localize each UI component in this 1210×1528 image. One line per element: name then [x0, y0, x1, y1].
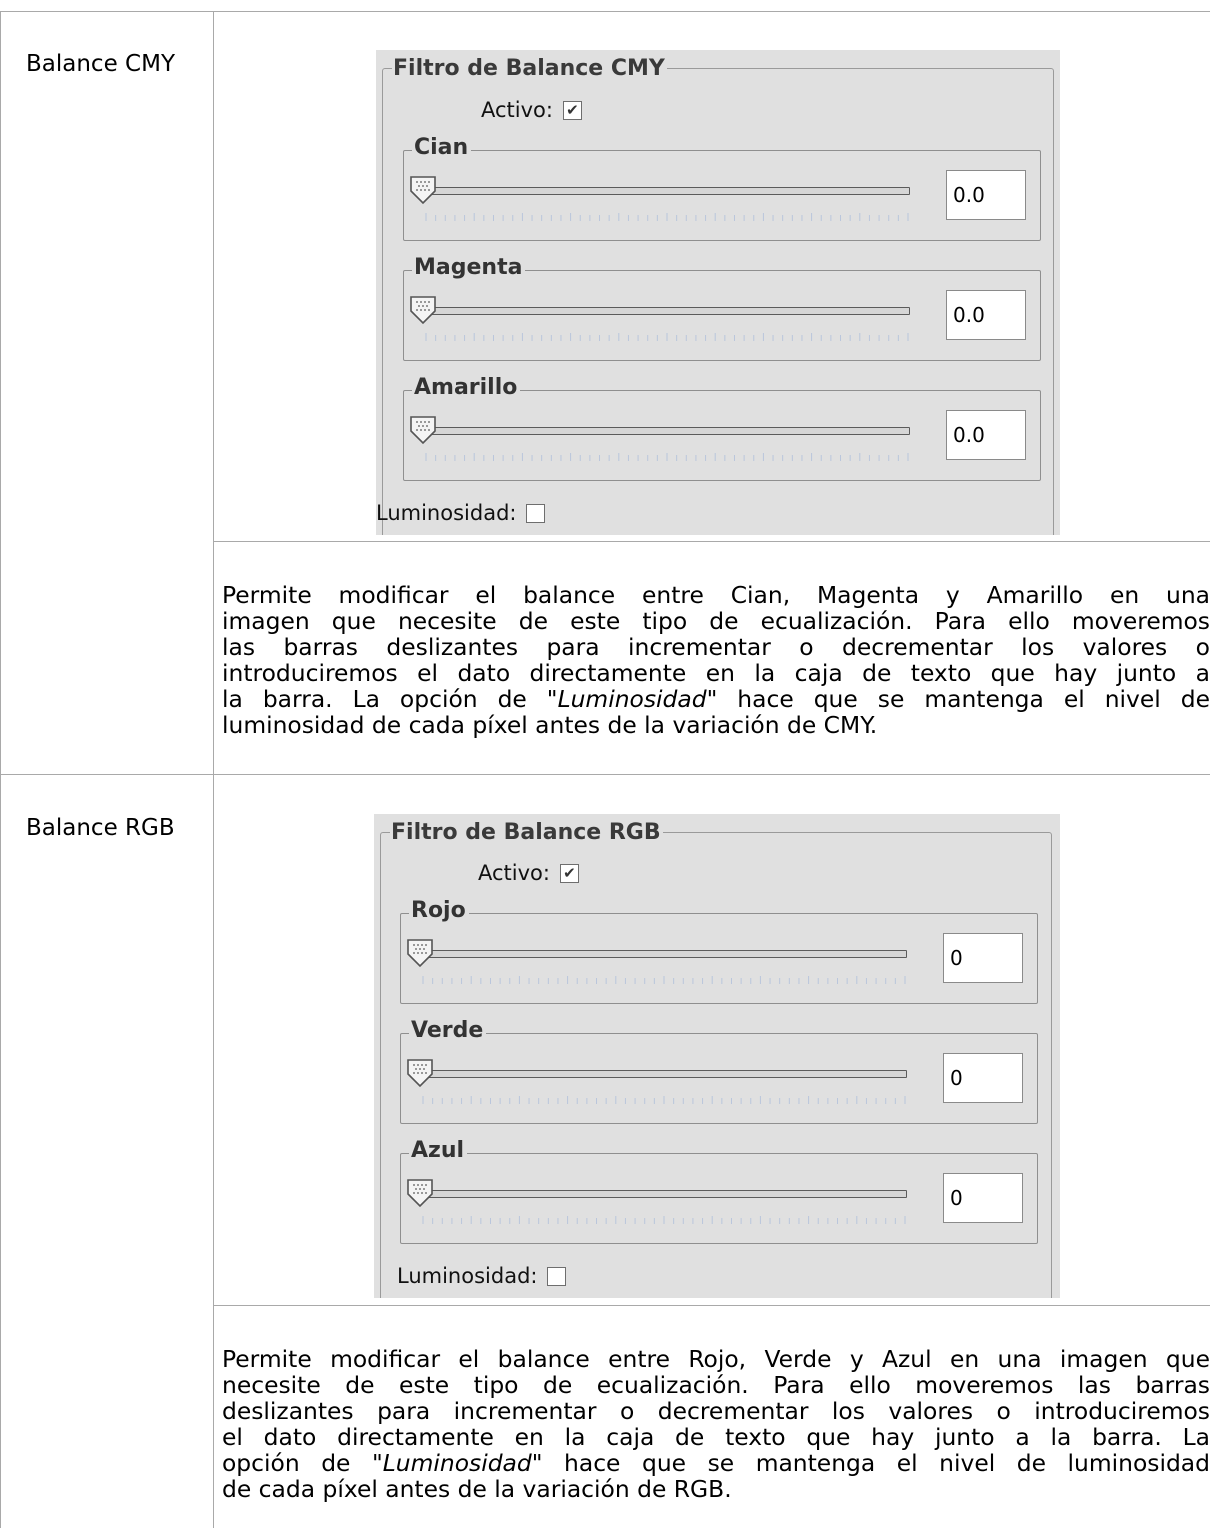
description-line: introduciremos el dato directamente en l… — [222, 660, 1210, 686]
description-line: las barras deslizantes para incrementar … — [222, 634, 1210, 660]
rgb-luminosity-label: Luminosidad: — [397, 1264, 538, 1288]
document-table: Balance CMY Balance RGB Filtro de Balanc… — [0, 0, 1210, 1528]
description-line: el dato directamente en la caja de texto… — [222, 1424, 1210, 1450]
rgb-active-label: Activo: — [478, 861, 550, 885]
verde-label: Verde — [409, 1017, 487, 1045]
description-line: luminosidad de cada píxel antes de la va… — [222, 712, 878, 738]
description-line: la barra. La opción de "Luminosidad" hac… — [222, 686, 1210, 712]
amarillo-slider-track[interactable] — [428, 427, 910, 435]
cmy-luminosity-checkbox[interactable] — [526, 503, 546, 523]
cian-slider-thumb[interactable] — [409, 175, 437, 205]
table-left-border — [0, 11, 1, 1528]
magenta-slider-thumb[interactable] — [409, 295, 437, 325]
azul-slider-thumb[interactable] — [406, 1178, 434, 1208]
cmy-filter-title: Filtro de Balance CMY — [392, 56, 667, 82]
rojo-label: Rojo — [409, 897, 469, 925]
description-line: imagen que necesite de este tipo de ecua… — [222, 608, 1210, 634]
rojo-slider-thumb[interactable] — [406, 938, 434, 968]
cian-slider-track[interactable] — [428, 187, 910, 195]
rgb-luminosity-row: Luminosidad: — [397, 1263, 567, 1289]
check-icon: ✔ — [566, 100, 579, 119]
cmy-filter-panel: Filtro de Balance CMY Activo: ✔ Cian 0.0… — [376, 50, 1060, 535]
rojo-value-input[interactable]: 0 — [943, 933, 1023, 983]
emphasis-text: Luminosidad — [557, 686, 707, 712]
cell-divider-cmy — [213, 541, 1210, 542]
rgb-filter-panel: Filtro de Balance RGB Activo: ✔ Rojo 0 V… — [374, 814, 1060, 1298]
cmy-description: Permite modificar el balance entre Cian,… — [222, 582, 1210, 738]
row-divider — [0, 774, 1210, 775]
column-divider — [213, 11, 214, 1528]
description-line: opción de "Luminosidad" hace que se mant… — [222, 1450, 1210, 1476]
verde-value-input[interactable]: 0 — [943, 1053, 1023, 1103]
cian-label: Cian — [412, 134, 472, 162]
table-top-border — [0, 11, 1210, 12]
amarillo-label: Amarillo — [412, 374, 521, 402]
cian-value-input[interactable]: 0.0 — [946, 170, 1026, 220]
cian-slider-ticks — [425, 213, 909, 221]
row-label-rgb: Balance RGB — [26, 815, 175, 841]
rgb-active-row: Activo: ✔ — [478, 860, 579, 886]
cmy-slider-group-amarillo: Amarillo 0.0 — [403, 374, 1041, 481]
description-line: de cada píxel antes de la variación de R… — [222, 1476, 732, 1502]
rgb-slider-group-verde: Verde 0 — [400, 1017, 1038, 1124]
amarillo-slider-thumb[interactable] — [409, 415, 437, 445]
magenta-slider-ticks — [425, 333, 909, 341]
cmy-active-row: Activo: ✔ — [481, 97, 582, 123]
cmy-active-label: Activo: — [481, 98, 553, 122]
cmy-active-checkbox[interactable]: ✔ — [562, 100, 582, 120]
rojo-slider-track[interactable] — [425, 950, 907, 958]
description-line: deslizantes para incrementar o decrement… — [222, 1398, 1210, 1424]
magenta-label: Magenta — [412, 254, 526, 282]
azul-value-input[interactable]: 0 — [943, 1173, 1023, 1223]
description-line: Permite modificar el balance entre Cian,… — [222, 582, 1210, 608]
emphasis-text: Luminosidad — [382, 1450, 532, 1476]
azul-label: Azul — [409, 1137, 468, 1165]
rgb-slider-group-rojo: Rojo 0 — [400, 897, 1038, 1004]
description-line: necesite de este tipo de ecualización. P… — [222, 1372, 1210, 1398]
azul-slider-ticks — [422, 1216, 906, 1224]
description-line: Permite modificar el balance entre Rojo,… — [222, 1346, 1210, 1372]
verde-slider-track[interactable] — [425, 1070, 907, 1078]
magenta-slider-track[interactable] — [428, 307, 910, 315]
rgb-luminosity-checkbox[interactable] — [547, 1266, 567, 1286]
check-icon: ✔ — [563, 863, 576, 882]
row-label-cmy: Balance CMY — [26, 51, 175, 77]
rgb-description: Permite modificar el balance entre Rojo,… — [222, 1346, 1210, 1502]
cmy-slider-group-magenta: Magenta 0.0 — [403, 254, 1041, 361]
azul-slider-track[interactable] — [425, 1190, 907, 1198]
cell-divider-rgb — [213, 1305, 1210, 1306]
rgb-filter-title: Filtro de Balance RGB — [390, 820, 663, 846]
rgb-active-checkbox[interactable]: ✔ — [559, 863, 579, 883]
cmy-slider-group-cian: Cian 0.0 — [403, 134, 1041, 241]
verde-slider-ticks — [422, 1096, 906, 1104]
verde-slider-thumb[interactable] — [406, 1058, 434, 1088]
magenta-value-input[interactable]: 0.0 — [946, 290, 1026, 340]
amarillo-value-input[interactable]: 0.0 — [946, 410, 1026, 460]
cmy-luminosity-row: Luminosidad: — [376, 500, 546, 526]
cmy-luminosity-label: Luminosidad: — [376, 501, 517, 525]
rgb-slider-group-azul: Azul 0 — [400, 1137, 1038, 1244]
rojo-slider-ticks — [422, 976, 906, 984]
amarillo-slider-ticks — [425, 453, 909, 461]
